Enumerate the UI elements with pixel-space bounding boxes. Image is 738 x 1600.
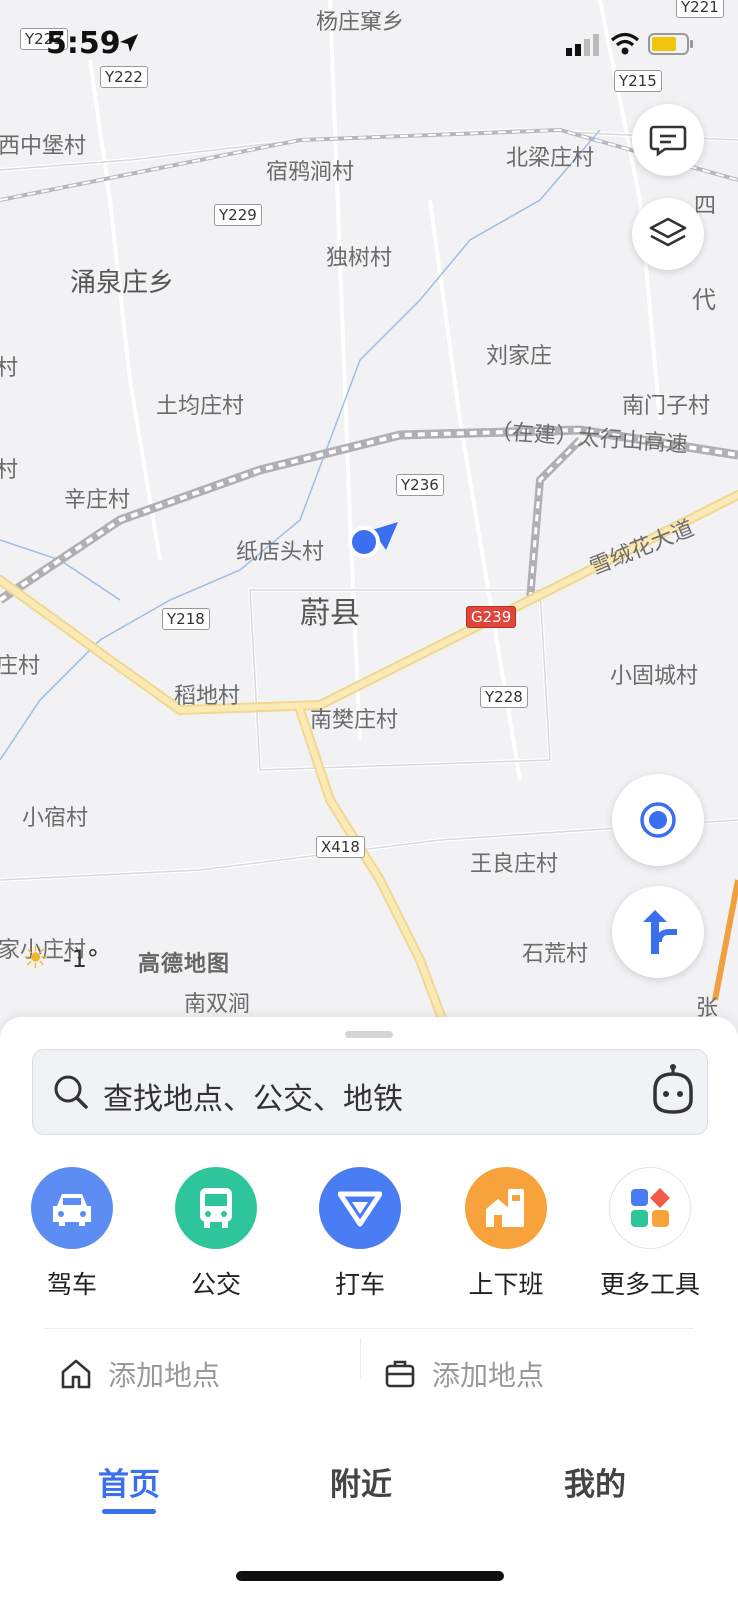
road-label: Y222: [100, 66, 148, 88]
map-place-label: 村: [0, 458, 19, 483]
tool-bus[interactable]: 公交: [156, 1167, 276, 1301]
map-place-label: 南双涧: [184, 992, 251, 1017]
route-button[interactable]: [612, 886, 704, 978]
taxi-icon: [319, 1167, 401, 1249]
home-icon: [60, 1358, 92, 1394]
add-place-label: 添加地点: [108, 1359, 221, 1392]
map-place-label: 独树村: [326, 246, 393, 271]
map-view[interactable]: 杨庄窠乡 西中堡村 宿鸦涧村 北梁庄村 独树村 涌泉庄乡 刘家庄 土均庄村 南门…: [0, 0, 738, 1040]
vertical-divider: [360, 1338, 361, 1378]
map-place-label: 小固城村: [610, 664, 699, 689]
map-place-label: 辛庄村: [64, 488, 131, 513]
sun-icon: ☀: [22, 941, 49, 976]
tool-taxi[interactable]: 打车: [300, 1167, 420, 1301]
tool-label: 打车: [334, 1270, 385, 1299]
divider: [44, 1328, 694, 1329]
briefcase-icon: [384, 1358, 416, 1394]
map-place-label: 北梁庄村: [506, 146, 595, 171]
tool-label: 公交: [190, 1270, 241, 1299]
layers-button[interactable]: [632, 198, 704, 270]
map-place-label: 村: [0, 356, 19, 381]
road-label: Y215: [614, 70, 662, 92]
tool-label: 驾车: [46, 1270, 97, 1299]
map-place-label: 宿鸦涧村: [266, 160, 355, 185]
layers-icon: [649, 217, 687, 247]
map-place-label: 纸店头村: [236, 540, 325, 565]
locate-me-button[interactable]: [612, 774, 704, 866]
current-location-marker: [342, 520, 402, 564]
road-label: G239: [466, 606, 517, 628]
tab-mine[interactable]: 我的: [534, 1437, 674, 1537]
tab-home[interactable]: 首页: [60, 1437, 200, 1537]
assistant-icon[interactable]: [649, 1064, 697, 1120]
tool-more[interactable]: 更多工具: [590, 1167, 710, 1301]
map-place-label: 石荒村: [522, 942, 589, 967]
map-place-label: 南门子村: [622, 394, 711, 419]
route-arrow-icon: [643, 910, 677, 954]
tab-label: 附近: [330, 1467, 392, 1503]
tool-label: 上下班: [468, 1270, 544, 1299]
weather-widget: ☀ -1°: [22, 944, 99, 974]
sheet-handle[interactable]: [345, 1031, 393, 1038]
tab-label: 我的: [564, 1467, 626, 1503]
active-tab-indicator: [102, 1509, 156, 1514]
message-button[interactable]: [632, 104, 704, 176]
map-place-label: 稻地村: [174, 684, 241, 709]
bus-icon: [175, 1167, 257, 1249]
map-place-label: 王良庄村: [470, 852, 559, 877]
tool-label: 更多工具: [599, 1270, 700, 1299]
road-label: Y218: [162, 608, 210, 630]
tab-label: 首页: [98, 1467, 160, 1503]
road-label: X418: [316, 836, 365, 858]
search-placeholder: 查找地点、公交、地铁: [103, 1082, 403, 1117]
road-label: Y221: [676, 0, 724, 18]
wifi-icon: [610, 32, 640, 60]
add-place-label: 添加地点: [432, 1359, 545, 1392]
map-place-label: 刘家庄: [486, 344, 553, 369]
locate-icon: [640, 802, 676, 838]
search-icon: [53, 1074, 89, 1114]
map-place-label: 代: [692, 286, 716, 314]
road-label: Y229: [214, 204, 262, 226]
map-place-label: 蔚县: [300, 596, 360, 631]
signal-icon: [566, 34, 602, 60]
add-work-place[interactable]: 添加地点: [384, 1340, 664, 1406]
map-place-label: 土均庄村: [156, 394, 245, 419]
map-place-label: 西中堡村: [0, 134, 87, 159]
map-place-label: 庄村: [0, 654, 41, 679]
temperature: -1°: [62, 945, 99, 973]
battery-icon: [648, 33, 694, 59]
tool-commute[interactable]: 上下班: [446, 1167, 566, 1301]
location-arrow-icon: [118, 32, 140, 58]
map-place-label: 涌泉庄乡: [70, 268, 175, 298]
status-time: 5:59: [46, 26, 121, 61]
tab-nearby[interactable]: 附近: [300, 1437, 440, 1537]
map-logo: 高德地图: [138, 952, 231, 977]
tool-drive[interactable]: 驾车: [12, 1167, 132, 1301]
home-indicator: [236, 1571, 504, 1581]
chat-icon: [649, 125, 687, 157]
map-place-label: 小宿村: [22, 806, 89, 831]
map-place-label: 南樊庄村: [310, 708, 399, 733]
road-label: Y228: [480, 686, 528, 708]
commute-icon: [465, 1167, 547, 1249]
add-home-place[interactable]: 添加地点: [60, 1340, 340, 1406]
more-tools-icon: [609, 1167, 691, 1249]
car-icon: [31, 1167, 113, 1249]
road-label: Y236: [396, 474, 444, 496]
search-bar[interactable]: 查找地点、公交、地铁: [32, 1049, 708, 1135]
status-bar: 5:59: [0, 22, 738, 66]
